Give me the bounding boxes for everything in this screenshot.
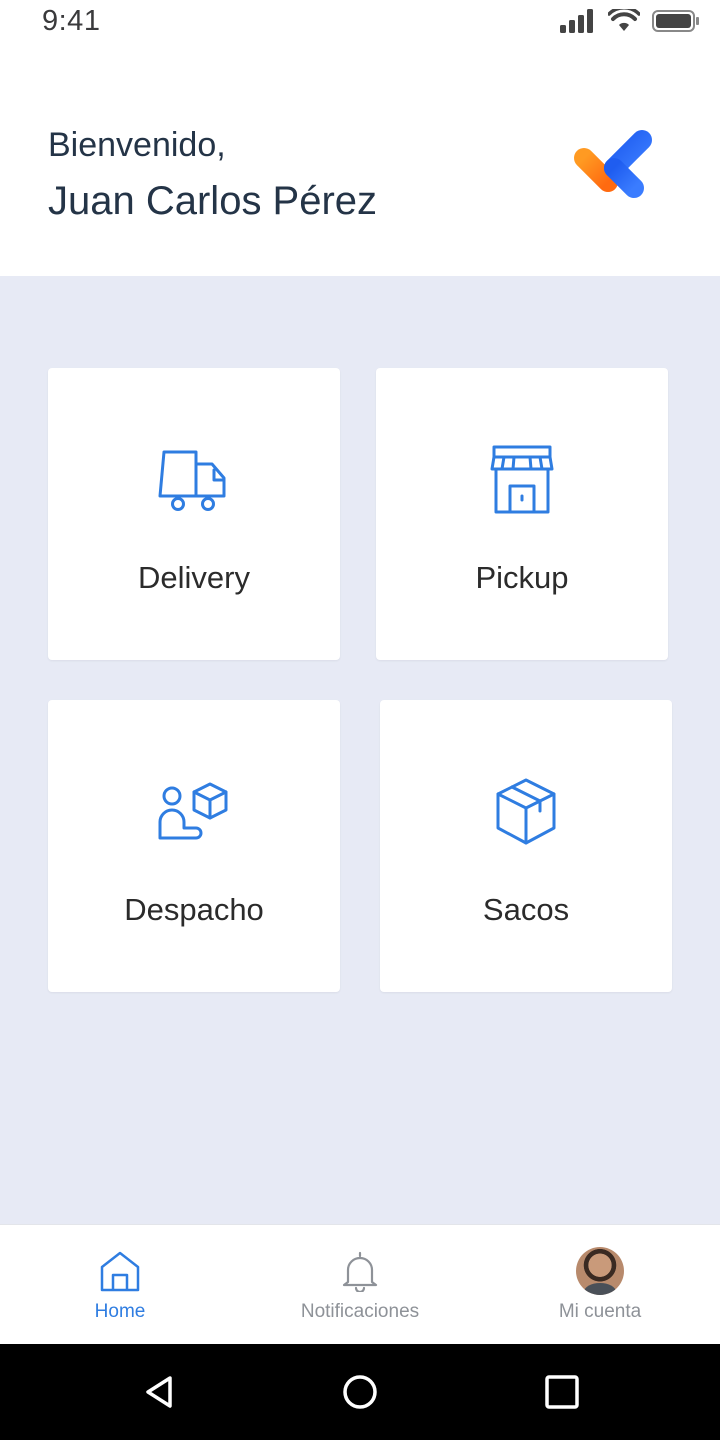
recents-button[interactable] — [544, 1374, 580, 1410]
status-time: 9:41 — [42, 5, 101, 37]
avatar-wrapper — [576, 1247, 624, 1295]
brand-logo — [574, 130, 652, 198]
battery-icon — [652, 10, 699, 32]
tile-label: Delivery — [138, 560, 250, 595]
tile-label: Pickup — [475, 560, 569, 595]
nav-account[interactable]: Mi cuenta — [480, 1225, 720, 1345]
wifi-icon — [608, 9, 640, 31]
nav-label: Notificaciones — [300, 1301, 420, 1322]
nav-home[interactable]: Home — [0, 1225, 240, 1345]
sacos-tile[interactable]: Sacos — [380, 700, 672, 992]
bell-icon — [336, 1247, 384, 1295]
nav-notifications[interactable]: Notificaciones — [240, 1225, 480, 1345]
nav-label: Home — [94, 1301, 146, 1322]
bottom-navigation: Home Notificaciones Mi cuenta — [0, 1224, 720, 1344]
back-button[interactable] — [142, 1374, 178, 1410]
status-icons — [560, 9, 700, 33]
truck-icon — [154, 440, 234, 520]
home-icon — [96, 1247, 144, 1295]
system-navigation-bar — [0, 1344, 720, 1440]
avatar — [576, 1247, 624, 1295]
delivery-tile[interactable]: Delivery — [48, 368, 340, 660]
home-button[interactable] — [342, 1374, 378, 1410]
despacho-tile[interactable]: Despacho — [48, 700, 340, 992]
status-bar: 9:41 — [0, 0, 720, 44]
welcome-header: Bienvenido, Juan Carlos Pérez — [0, 44, 720, 276]
main-content: Delivery Pickup Despacho Sacos — [0, 276, 720, 1224]
greeting-text: Bienvenido, — [48, 126, 226, 164]
box-icon — [486, 772, 566, 852]
signal-icon — [560, 9, 593, 33]
pickup-tile[interactable]: Pickup — [376, 368, 668, 660]
user-name: Juan Carlos Pérez — [48, 179, 378, 223]
nav-label: Mi cuenta — [558, 1301, 642, 1322]
tile-label: Sacos — [482, 892, 570, 927]
hand-package-icon — [154, 772, 234, 852]
store-icon — [482, 440, 562, 520]
tile-label: Despacho — [124, 892, 264, 927]
